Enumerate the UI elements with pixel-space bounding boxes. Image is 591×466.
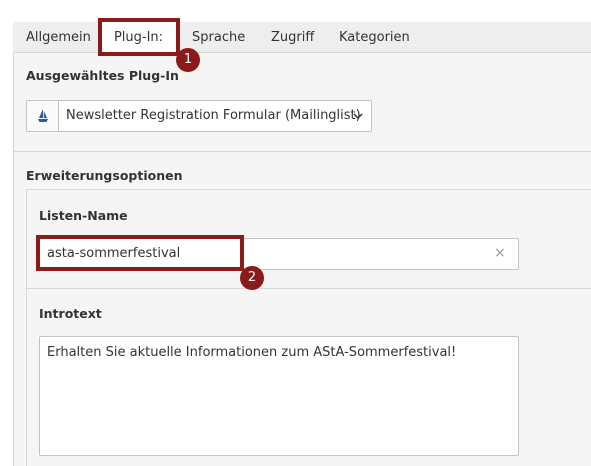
tab-kategorien[interactable]: Kategorien (339, 22, 410, 53)
plugin-icon-box (27, 101, 59, 131)
plugin-select[interactable]: Newsletter Registration Formular (Mailin… (26, 100, 372, 132)
introtext-textarea[interactable]: Erhalten Sie aktuelle Informationen zum … (39, 336, 519, 456)
plugin-section-title: Ausgewähltes Plug-In (26, 68, 179, 83)
introtext-label: Introtext (39, 306, 102, 321)
chevron-down-icon (353, 113, 363, 120)
introtext-value: Erhalten Sie aktuelle Informationen zum … (47, 345, 457, 360)
list-name-label: Listen-Name (39, 208, 128, 223)
mailing-ship-icon (38, 109, 48, 122)
plugin-select-value: Newsletter Registration Formular (Mailin… (66, 108, 361, 123)
highlight-box-2 (36, 235, 244, 271)
field-divider (26, 288, 591, 289)
highlight-box-1 (98, 18, 180, 56)
tab-zugriff[interactable]: Zugriff (271, 22, 314, 53)
section-divider (13, 151, 591, 152)
clear-icon[interactable]: × (494, 246, 506, 260)
tab-allgemein[interactable]: Allgemein (26, 22, 91, 53)
annotation-marker-2: 2 (240, 266, 264, 290)
extension-section-title: Erweiterungsoptionen (26, 168, 183, 183)
tab-sprache[interactable]: Sprache (192, 22, 245, 53)
annotation-marker-1: 1 (176, 48, 200, 72)
